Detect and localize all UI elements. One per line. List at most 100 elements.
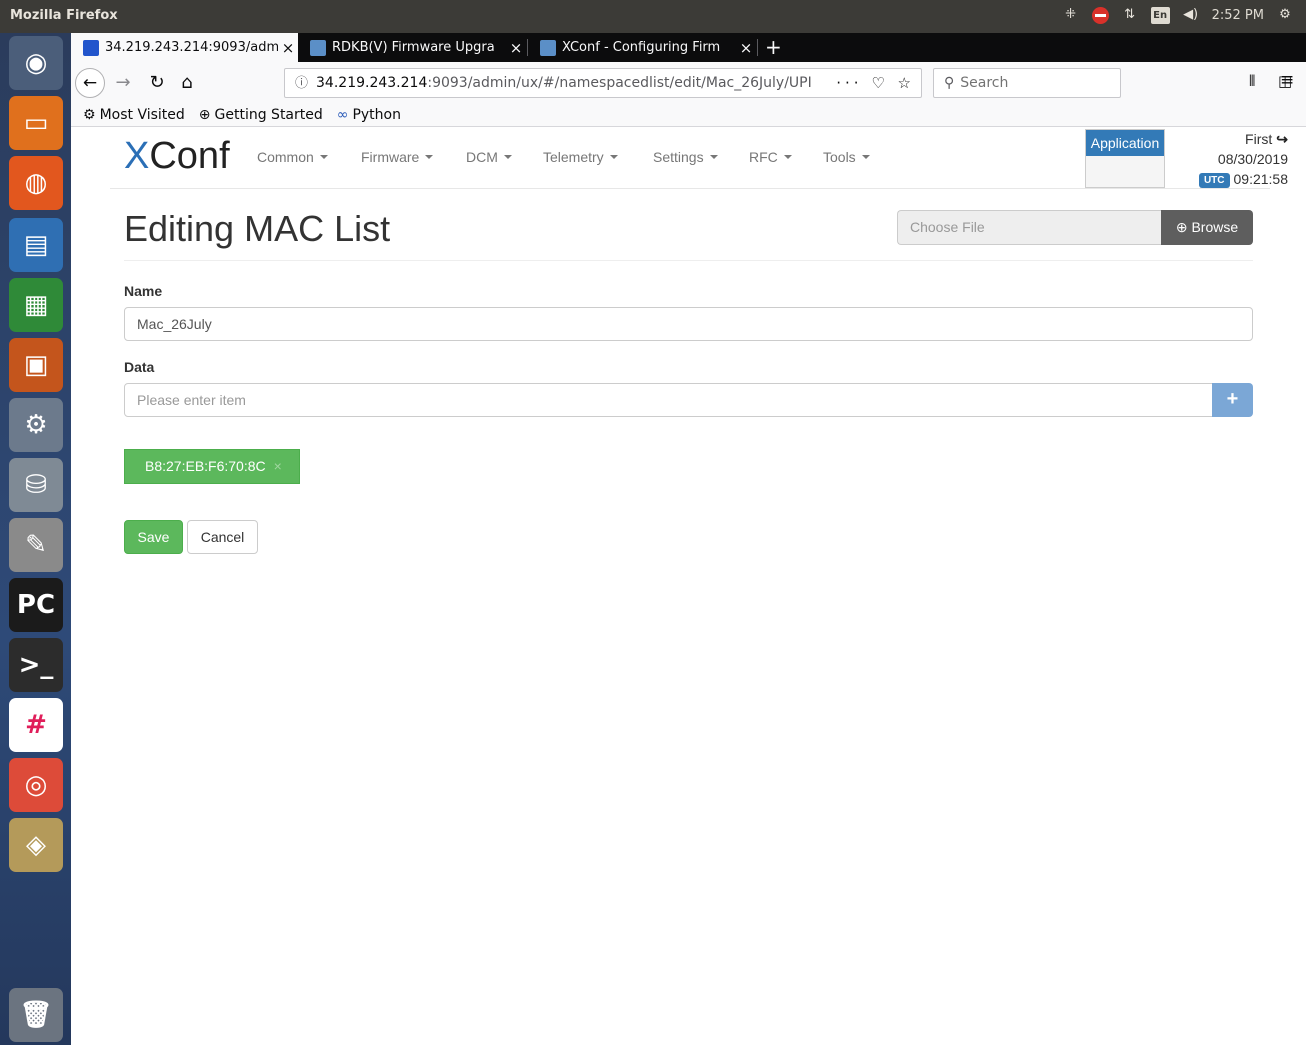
menu-label: Firmware	[361, 149, 420, 165]
save-button[interactable]: Save	[124, 520, 183, 554]
volume-icon[interactable]: ◀)	[1182, 6, 1200, 24]
name-input[interactable]: Mac_26July	[124, 307, 1253, 341]
search-bar[interactable]: ⚲ Search	[933, 68, 1121, 98]
download-circle-icon: ⊕	[1175, 219, 1192, 235]
add-item-button[interactable]: +	[1212, 383, 1253, 417]
site-info-icon[interactable]: ⓘ	[295, 76, 308, 91]
menu-common[interactable]: Common	[257, 149, 328, 165]
menu-dcm[interactable]: DCM	[466, 149, 512, 165]
url-bar[interactable]: ⓘ 34.219.243.214:9093/admin/ux/#/namespac…	[284, 68, 922, 98]
bookmark-getting-started[interactable]: ⊕ Getting Started	[199, 107, 323, 123]
mac-item-tag: B8:27:EB:F6:70:8C ×	[124, 449, 300, 484]
system-tray: ⁜ ⇅ En ◀) 2:52 PM ⚙	[1062, 6, 1294, 24]
new-tab-plus-icon[interactable]: +	[765, 35, 782, 59]
impress-icon-glyph: ▣	[23, 350, 49, 380]
text-editor-icon[interactable]: ✎	[9, 518, 63, 572]
firefox-icon[interactable]: ◍	[9, 156, 63, 210]
do-not-disturb-icon[interactable]	[1091, 6, 1109, 24]
launcher: ◉ ▭ ◍ ▤ ▦ ▣ ⚙ ⛁ ✎ PC >_ # ◎ ◈ 🗑	[0, 33, 71, 1045]
menu-rfc[interactable]: RFC	[749, 149, 792, 165]
tab-favicon-icon	[310, 39, 326, 56]
tab-rdkb-firmware[interactable]: RDKB(V) Firmware Upgra ×	[298, 33, 526, 62]
page-header: Editing MAC List Choose File ⊕ Browse	[124, 208, 1253, 261]
tab-favicon-icon	[540, 39, 556, 56]
app-navbar: XConf Common Firmware DCM Telemetry Sett…	[110, 127, 1288, 189]
ubuntu-dash-icon[interactable]: ◉	[9, 36, 63, 90]
system-settings-icon[interactable]: ⚙	[9, 398, 63, 452]
menu-settings[interactable]: Settings	[653, 149, 718, 165]
bookmark-most-visited[interactable]: ⚙ Most Visited	[83, 107, 185, 123]
disk-utility-icon[interactable]: ⛁	[9, 458, 63, 512]
library-icon[interactable]: ⫴	[1249, 72, 1255, 90]
open-menu-icon[interactable]: ≡	[1280, 70, 1294, 90]
chrome-icon[interactable]: ◎	[9, 758, 63, 812]
menu-tools[interactable]: Tools	[823, 149, 870, 165]
cancel-button[interactable]: Cancel	[187, 520, 258, 554]
browse-button[interactable]: ⊕ Browse	[1161, 210, 1253, 245]
top-panel: Mozilla Firefox ⁜ ⇅ En ◀) 2:52 PM ⚙	[0, 0, 1306, 33]
slack-icon[interactable]: #	[9, 698, 63, 752]
tab-separator	[757, 39, 758, 56]
firefox-icon-glyph: ◍	[24, 168, 48, 198]
tab-title: RDKB(V) Firmware Upgra	[332, 40, 495, 55]
data-item-input[interactable]: Please enter item	[124, 383, 1213, 417]
tab-close-icon[interactable]: ×	[506, 39, 526, 57]
tab-xconf-admin[interactable]: 34.219.243.214:9093/adm ×	[71, 33, 298, 62]
home-icon[interactable]: ⌂	[174, 70, 200, 96]
url-host: 34.219.243.214	[316, 75, 428, 91]
trash-icon-glyph: 🗑	[19, 1000, 53, 1030]
caret-down-icon	[609, 155, 618, 159]
calc-icon[interactable]: ▦	[9, 278, 63, 332]
tab-close-icon[interactable]: ×	[736, 39, 756, 57]
terminal-icon[interactable]: >_	[9, 638, 63, 692]
application-label: Application	[1086, 130, 1164, 156]
screenshot-icon[interactable]: ◈	[9, 818, 63, 872]
choose-file-input[interactable]: Choose File	[897, 210, 1161, 245]
url-path: :9093/admin/ux/#/namespacedlist/edit/Mac…	[427, 75, 812, 91]
tab-xconf-configuring[interactable]: XConf - Configuring Firm ×	[528, 33, 756, 62]
writer-icon[interactable]: ▤	[9, 218, 63, 272]
page-actions-icons[interactable]: ··· ♡ ☆	[830, 69, 915, 97]
web-content: XConf Common Firmware DCM Telemetry Sett…	[71, 127, 1306, 1045]
slack-tray-icon[interactable]: ⁜	[1062, 6, 1080, 24]
impress-icon[interactable]: ▣	[9, 338, 63, 392]
bookmark-label: Python	[352, 106, 401, 123]
bookmark-python[interactable]: ∞ Python	[337, 107, 401, 123]
bookmark-label: Getting Started	[214, 106, 323, 123]
screenshot-icon-glyph: ◈	[26, 830, 46, 860]
text-editor-icon-glyph: ✎	[25, 530, 47, 560]
remove-item-icon[interactable]: ×	[274, 458, 282, 474]
menu-label: DCM	[466, 149, 498, 165]
caret-down-icon	[319, 155, 328, 159]
clock[interactable]: 2:52 PM	[1212, 8, 1264, 23]
logout-icon[interactable]: ↪	[1276, 131, 1288, 147]
menu-telemetry[interactable]: Telemetry	[543, 149, 618, 165]
ubuntu-dash-icon-glyph: ◉	[24, 48, 48, 78]
files-icon-glyph: ▭	[23, 108, 49, 138]
logo-x: X	[124, 135, 150, 177]
menu-firmware[interactable]: Firmware	[361, 149, 434, 165]
search-placeholder: Search	[960, 75, 1009, 91]
utc-badge: UTC	[1198, 173, 1230, 188]
tab-favicon-icon	[83, 39, 99, 56]
pycharm-icon-glyph: PC	[16, 590, 56, 620]
system-settings-icon-glyph: ⚙	[24, 410, 48, 440]
xconf-logo[interactable]: XConf	[124, 135, 230, 178]
network-icon[interactable]: ⇅	[1121, 6, 1139, 24]
browse-label: Browse	[1191, 219, 1239, 235]
tab-close-icon[interactable]: ×	[278, 39, 298, 57]
infinity-icon: ∞	[336, 106, 349, 123]
forward-arrow-icon[interactable]: →	[110, 70, 136, 96]
caret-down-icon	[783, 155, 792, 159]
bookmark-label: Most Visited	[99, 106, 185, 123]
reload-icon[interactable]: ↻	[144, 70, 170, 96]
files-icon[interactable]: ▭	[9, 96, 63, 150]
system-menu-gear-icon[interactable]: ⚙	[1276, 6, 1294, 24]
keyboard-layout-indicator[interactable]: En	[1150, 6, 1170, 24]
application-selector[interactable]: Application	[1085, 129, 1165, 188]
terminal-icon-glyph: >_	[18, 650, 54, 680]
back-arrow-icon[interactable]: ←	[75, 68, 105, 98]
trash-icon[interactable]: 🗑	[9, 988, 63, 1042]
slack-icon-glyph: #	[25, 710, 47, 740]
pycharm-icon[interactable]: PC	[9, 578, 63, 632]
